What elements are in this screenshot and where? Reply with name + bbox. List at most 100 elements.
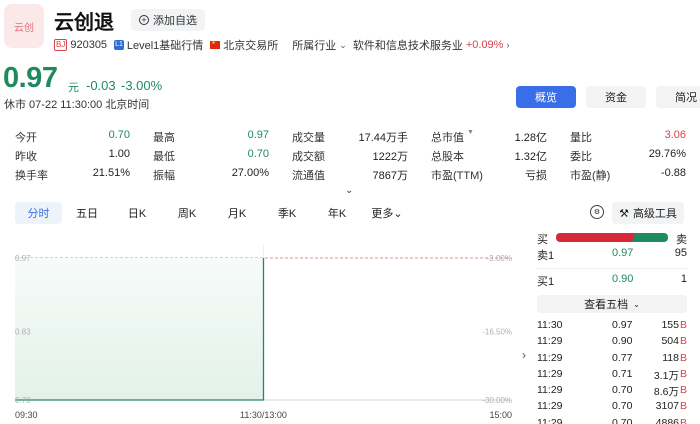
x-tick-label: 11:30/13:00: [240, 410, 287, 420]
add-watchlist-label: 添加自选: [153, 15, 197, 27]
five-levels-label: 查看五档: [584, 299, 629, 311]
y-tick-label-pct: -3.00%: [487, 254, 512, 263]
price-change: -0.03: [86, 78, 116, 93]
period-tab[interactable]: 五日: [62, 202, 112, 224]
industry-name[interactable]: 软件和信息技术服务业: [353, 37, 463, 53]
stat-label: 市盈(静): [570, 170, 611, 182]
stat-label: 最低: [153, 151, 175, 163]
tick-price: 0.70: [612, 384, 633, 397]
expand-stats-chevron-icon[interactable]: ⌄: [345, 185, 353, 196]
sell-label: 卖: [676, 234, 687, 246]
stat-label: 市盈(TTM): [431, 170, 483, 182]
stat-value: 1.32亿: [514, 151, 547, 163]
buy-ratio-bar: [556, 233, 636, 242]
quote-price: 0.97: [612, 247, 634, 259]
stats-grid: 今开 0.70 最高 0.97 成交量 17.44万手 总市值 ▼ 1.28亿 量比 3.06 昨收 1…: [15, 129, 687, 186]
advanced-tools-button[interactable]: ⚒ 高级工具: [612, 202, 684, 224]
period-tab[interactable]: 月K: [212, 202, 262, 224]
stat-label: 成交量: [292, 132, 325, 144]
stat-label: 量比: [570, 132, 592, 144]
stat-label: 今开: [15, 132, 37, 144]
stat-label: 昨收: [15, 151, 37, 163]
china-flag-icon: [210, 40, 221, 49]
caret-down-icon[interactable]: ▼: [467, 129, 474, 136]
tick-price: 0.70: [612, 400, 633, 413]
stat-value: 1222万: [372, 151, 408, 163]
y-tick-label-price: 0.83: [15, 328, 31, 337]
tick-time: 11:29: [537, 416, 563, 424]
quote-price: 0.90: [612, 273, 634, 285]
intraday-chart[interactable]: 0.97 -3.00% 0.83 -16.50% 0.70 -30.00% 09:30 11:…: [0, 230, 530, 424]
chevron-right-icon[interactable]: ›: [522, 348, 526, 362]
chevron-down-icon: ⌄: [633, 299, 640, 309]
period-tab[interactable]: 周K: [162, 202, 212, 224]
tools-icon: ⚒: [619, 207, 629, 220]
stat-value: 1.28亿: [514, 132, 547, 144]
add-watchlist-button[interactable]: + 添加自选: [131, 9, 205, 31]
tick-time: 11:29: [537, 351, 563, 364]
chevron-down-icon: ⌄: [393, 207, 403, 220]
stat-value: 27.00%: [231, 167, 269, 179]
quote-volume: 95: [674, 247, 687, 259]
period-tabs: 分时 五日 日K 周K 月K 季K 年K 更多 ⌄: [15, 202, 412, 224]
chevron-down-icon[interactable]: ⌄: [339, 40, 347, 51]
tick-price: 0.77: [612, 351, 633, 364]
trade-tick-row: 11:30 0.97 155 B: [537, 318, 687, 334]
bid-row: 买1 0.90 1: [537, 272, 687, 289]
tick-buy-flag: B: [679, 416, 687, 424]
period-tab[interactable]: 更多 ⌄: [362, 202, 412, 224]
order-book: 买 卖 卖1 0.97 95 买1 0.90 1 查看五档 ⌄ 11:30 0.97 155…: [537, 230, 687, 424]
tick-volume: 4886: [655, 416, 679, 424]
industry-change: +0.09%: [465, 39, 504, 51]
stat-label: 换手率: [15, 170, 48, 182]
stat-value: -0.88: [660, 167, 686, 179]
stat-value: 亏损: [525, 170, 547, 182]
industry-label[interactable]: 所属行业: [292, 37, 336, 53]
trade-tick-row: 11:29 0.77 118 B: [537, 351, 687, 367]
stock-logo: 云创: [4, 4, 44, 48]
advanced-tools-label: 高级工具: [632, 208, 677, 220]
trade-tick-row: 11:29 0.70 3107 B: [537, 399, 687, 415]
period-tab[interactable]: 日K: [112, 202, 162, 224]
stat-value: 29.76%: [648, 148, 686, 160]
trade-tick-row: 11:29 0.90 504 B: [537, 334, 687, 350]
five-levels-button[interactable]: 查看五档 ⌄: [537, 295, 687, 313]
view-tab[interactable]: 简况: [656, 86, 700, 108]
view-tab[interactable]: 资金: [586, 86, 646, 108]
period-tab[interactable]: 年K: [312, 202, 362, 224]
stat-label: 振幅: [153, 170, 175, 182]
tick-buy-flag: B: [679, 384, 687, 397]
stock-meta-row: BJ 920305 L1 Level1基础行情 北京交易所 所属行业 ⌄ 软件和…: [54, 37, 515, 53]
tick-time: 11:30: [537, 319, 563, 331]
chevron-right-icon[interactable]: ›: [506, 40, 509, 50]
tick-volume: 8.6万: [653, 386, 679, 399]
level1-label[interactable]: Level1基础行情: [127, 37, 203, 53]
period-tab[interactable]: 季K: [262, 202, 312, 224]
buy-sell-ratio: 买 卖: [537, 230, 687, 246]
view-tabs: 概览 资金 简况: [516, 86, 700, 108]
stat-value: 21.51%: [92, 167, 130, 179]
stock-logo-text: 云创: [14, 22, 34, 34]
stock-code: 920305: [70, 39, 108, 51]
stat-value: 3.06: [664, 129, 686, 141]
trade-tick-row: 11:29 0.70 8.6万 B: [537, 383, 687, 399]
stat-label: 总股本: [431, 151, 464, 163]
tick-time: 11:29: [537, 384, 563, 397]
view-tab[interactable]: 概览: [516, 86, 576, 108]
market-status: 休市 07-22 11:30:00 北京时间: [4, 99, 150, 111]
y-tick-label-price: 0.97: [15, 254, 31, 263]
level1-badge-icon: L1: [114, 40, 124, 50]
period-tab[interactable]: 分时: [15, 202, 62, 224]
sell-ratio-bar: [632, 233, 668, 242]
stat-value: 0.97: [247, 129, 269, 141]
stats-row: 昨收 1.00 最低 0.70 成交额 1222万 总股本 1.32亿 委比 29.76%: [15, 148, 687, 167]
stat-label: 最高: [153, 132, 175, 144]
settings-icon[interactable]: ⚙: [590, 205, 604, 219]
plus-icon: +: [139, 15, 149, 25]
stat-value: 1.00: [108, 148, 130, 160]
tick-time: 11:29: [537, 400, 563, 413]
tick-volume: 118: [662, 351, 679, 364]
trade-tick-row: 11:29 0.70 4886 B: [537, 416, 687, 424]
tick-buy-flag: B: [679, 367, 687, 380]
tick-price: 0.70: [612, 416, 633, 424]
